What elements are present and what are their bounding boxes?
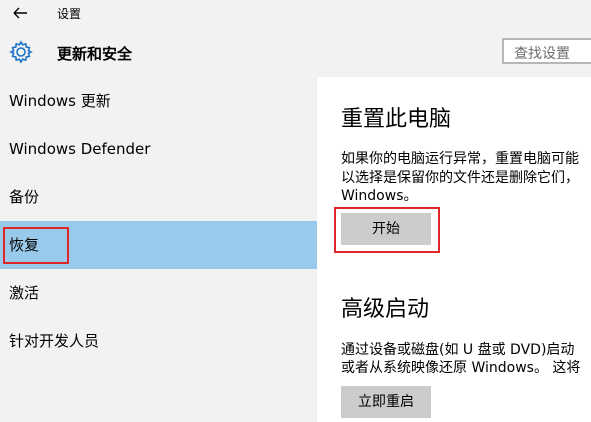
window-title: 设置	[57, 7, 82, 21]
sidebar-item-activation[interactable]: 激活	[0, 269, 317, 317]
reset-description-line2: 以选择是保留你的文件还是删除它们，	[341, 170, 579, 186]
sidebar-item-windows-update[interactable]: Windows 更新	[0, 77, 317, 125]
advanced-description-line1: 通过设备或磁盘(如 U 盘或 DVD)启动	[341, 342, 575, 358]
highlight-box-start-button	[334, 207, 440, 253]
header: 更新和安全 查找设置	[0, 26, 591, 77]
restart-now-button[interactable]: 立即重启	[341, 386, 431, 418]
back-arrow-icon	[13, 7, 27, 19]
search-input[interactable]: 查找设置	[502, 38, 591, 64]
title-bar: 设置	[0, 0, 591, 26]
page-title: 更新和安全	[57, 45, 133, 63]
reset-section-title: 重置此电脑	[341, 107, 452, 132]
reset-description-line1: 如果你的电脑运行异常，重置电脑可能	[341, 151, 579, 167]
gear-icon	[9, 40, 33, 64]
advanced-startup-title: 高级启动	[341, 297, 430, 322]
sidebar-item-backup[interactable]: 备份	[0, 173, 317, 221]
sidebar-item-windows-defender[interactable]: Windows Defender	[0, 125, 317, 173]
highlight-box-recovery	[3, 227, 69, 264]
reset-description-line3: Windows。	[341, 188, 418, 204]
advanced-description-line2: 或者从系统映像还原 Windows。 这将	[341, 360, 581, 376]
sidebar-item-for-developers[interactable]: 针对开发人员	[0, 317, 317, 365]
back-button[interactable]	[10, 3, 32, 23]
